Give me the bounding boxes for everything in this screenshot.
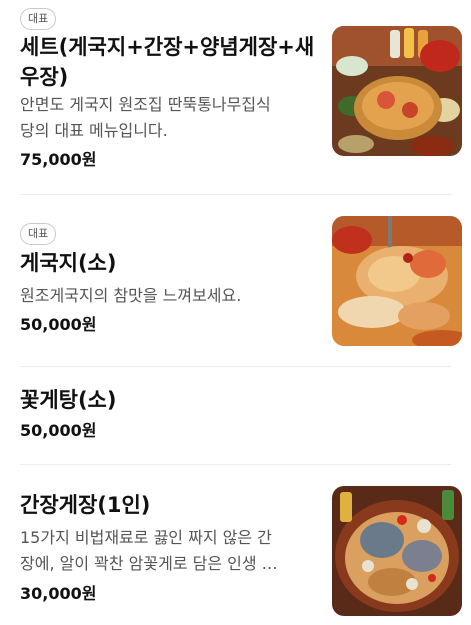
signature-badge: 대표 bbox=[20, 8, 57, 30]
menu-list: 대표 세트(게국지+간장+양념게장+새 우장) 안면도 게국지 원조집 딴뚝통나… bbox=[0, 0, 471, 625]
menu-item-name: 세트(게국지+간장+양념게장+새 우장) bbox=[20, 35, 315, 89]
menu-item-name: 간장게장(1인) bbox=[20, 493, 151, 517]
menu-item-flower-crab-stew[interactable]: 꽃게탕(소) 50,000원 bbox=[0, 367, 471, 464]
menu-item-price: 50,000원 bbox=[20, 421, 97, 440]
menu-item-description: 안면도 게국지 원조집 딴뚝통나무집식 당의 대표 메뉴입니다. bbox=[20, 95, 271, 140]
crab-stew-photo bbox=[332, 216, 462, 346]
menu-item-soy-crab[interactable]: 간장게장(1인) 15가지 비법재료로 끓인 짜지 않은 간 장에, 알이 꽉찬… bbox=[0, 465, 471, 625]
menu-item-description: 15가지 비법재료로 끓인 짜지 않은 간 장에, 알이 꽉찬 암꽃게로 담은 … bbox=[20, 528, 278, 573]
menu-item-description: 원조게국지의 참맛을 느껴보세요. bbox=[20, 286, 242, 305]
menu-item-set[interactable]: 대표 세트(게국지+간장+양념게장+새 우장) 안면도 게국지 원조집 딴뚝통나… bbox=[0, 0, 471, 194]
menu-item-image[interactable] bbox=[332, 26, 462, 156]
menu-item-price: 50,000원 bbox=[20, 315, 97, 334]
signature-badge: 대표 bbox=[20, 223, 57, 245]
crab-set-photo bbox=[332, 26, 462, 156]
menu-item-image[interactable] bbox=[332, 486, 462, 616]
menu-item-name: 꽃게탕(소) bbox=[20, 388, 117, 412]
menu-item-name: 게국지(소) bbox=[20, 251, 117, 275]
soy-crab-photo bbox=[332, 486, 462, 616]
menu-item-image[interactable] bbox=[332, 216, 462, 346]
menu-item-crab-stew[interactable]: 대표 게국지(소) 원조게국지의 참맛을 느껴보세요. 50,000원 bbox=[0, 195, 471, 366]
menu-item-price: 75,000원 bbox=[20, 150, 97, 169]
menu-item-price: 30,000원 bbox=[20, 584, 97, 603]
